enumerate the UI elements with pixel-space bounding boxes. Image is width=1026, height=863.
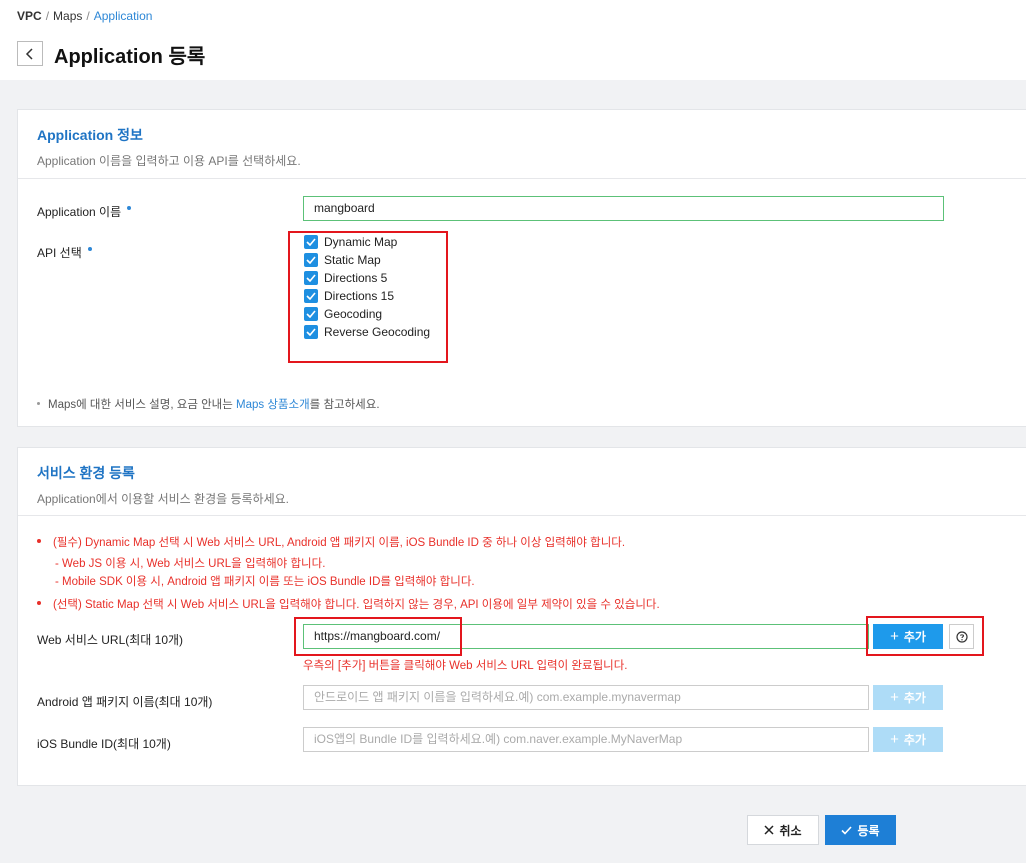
add-label: 추가 [903,733,926,747]
submit-button[interactable]: 등록 [825,815,896,845]
maps-product-link[interactable]: Maps 상품소개 [236,399,310,411]
application-name-label: Application 이름 [37,203,132,220]
section-title: 서비스 환경 등록 [37,465,135,481]
web-url-hint: 우측의 [추가] 버튼을 클릭해야 Web 서비스 URL 입력이 완료됩니다. [303,660,628,672]
breadcrumb-separator: / [45,9,50,23]
section-description: Application 이름을 입력하고 이용 API를 선택하세요. [37,154,301,168]
bullet [37,601,41,605]
section-header: Application 정보 Application 이름을 입력하고 이용 A… [18,110,1026,179]
top-bar: VPC / Maps / Application Application 등록 [0,0,1026,80]
mobile-sdk-warning: - Mobile SDK 이용 시, Android 앱 패키지 이름 또는 i… [55,576,475,588]
plus-icon: + [890,731,899,748]
api-label: Directions 5 [324,271,388,285]
add-button-highlight-outline [866,616,984,656]
checkbox-checked-icon[interactable] [304,325,318,339]
api-checkbox-dynamic-map[interactable]: Dynamic Map [304,233,430,251]
api-checkbox-static-map[interactable]: Static Map [304,251,430,269]
api-select-label: API 선택 [37,244,92,261]
checkbox-checked-icon[interactable] [304,235,318,249]
note-prefix: Maps에 대한 서비스 설명, 요금 안내는 [48,399,237,411]
breadcrumb-root[interactable]: VPC [17,9,42,23]
api-label: Reverse Geocoding [324,325,431,339]
android-add-button[interactable]: + 추가 [873,685,943,710]
bullet [37,539,41,543]
checkbox-checked-icon[interactable] [304,253,318,267]
application-info-section: Application 정보 Application 이름을 입력하고 이용 A… [17,109,1026,427]
required-dot [87,247,92,251]
cancel-button[interactable]: 취소 [747,815,819,845]
optional-warning: (선택) Static Map 선택 시 Web 서비스 URL을 입력해야 합… [37,596,660,612]
check-icon [841,825,853,835]
section-description: Application에서 이용할 서비스 환경을 등록하세요. [37,492,290,506]
bullet [37,402,40,405]
android-package-label: Android 앱 패키지 이름(최대 10개) [37,695,213,709]
plus-icon: + [890,689,899,706]
cancel-label: 취소 [779,823,802,838]
page-title: Application 등록 [54,46,206,68]
service-environment-section: 서비스 환경 등록 Application에서 이용할 서비스 환경을 등록하세… [17,447,1026,786]
required-warning: (필수) Dynamic Map 선택 시 Web 서비스 URL, Andro… [37,534,625,550]
ios-bundle-label: iOS Bundle ID(최대 10개) [37,737,171,751]
api-label: Static Map [324,253,381,267]
checkbox-checked-icon[interactable] [304,289,318,303]
section-header: 서비스 환경 등록 Application에서 이용할 서비스 환경을 등록하세… [18,448,1026,516]
required-dot [127,206,132,210]
optional-warning-text: (선택) Static Map 선택 시 Web 서비스 URL을 입력해야 합… [53,599,660,611]
application-name-label-text: Application 이름 [37,205,122,219]
web-js-warning: - Web JS 이용 시, Web 서비스 URL을 입력해야 합니다. [55,558,326,570]
checkbox-checked-icon[interactable] [304,271,318,285]
api-select-label-text: API 선택 [37,246,82,260]
checkbox-checked-icon[interactable] [304,307,318,321]
api-label: Directions 15 [324,289,395,303]
add-label: 추가 [903,691,926,705]
ios-bundle-input[interactable]: iOS앱의 Bundle ID를 입력하세요.예) com.naver.exam… [303,727,869,752]
chevron-left-icon [25,47,33,60]
api-checkbox-reverse-geocoding[interactable]: Reverse Geocoding [304,323,430,341]
breadcrumb-separator: / [86,9,90,23]
web-url-label: Web 서비스 URL(최대 10개) [37,633,184,647]
ios-add-button[interactable]: + 추가 [873,727,943,752]
api-checkbox-directions-15[interactable]: Directions 15 [304,287,430,305]
api-label: Geocoding [324,307,383,321]
back-button[interactable] [17,41,43,66]
section-title: Application 정보 [37,127,143,143]
api-checkbox-list: Dynamic Map Static Map Directions 5 Dire… [304,233,430,341]
breadcrumb-maps[interactable]: Maps [53,9,82,23]
application-name-input[interactable]: mangboard [303,196,944,221]
maps-info-note: Maps에 대한 서비스 설명, 요금 안내는 Maps 상품소개를 참고하세요… [37,396,380,412]
android-package-input[interactable]: 안드로이드 앱 패키지 이름을 입력하세요.예) com.example.myn… [303,685,869,710]
close-icon [764,825,774,835]
required-warning-text: (필수) Dynamic Map 선택 시 Web 서비스 URL, Andro… [53,537,626,549]
web-url-highlight-outline [294,617,462,656]
api-checkbox-geocoding[interactable]: Geocoding [304,305,430,323]
note-suffix: 를 참고하세요. [309,399,380,411]
api-label: Dynamic Map [324,235,398,249]
api-checkbox-directions-5[interactable]: Directions 5 [304,269,430,287]
submit-label: 등록 [857,823,880,838]
breadcrumb: VPC / Maps / Application [17,9,152,23]
breadcrumb-current: Application [93,9,153,23]
